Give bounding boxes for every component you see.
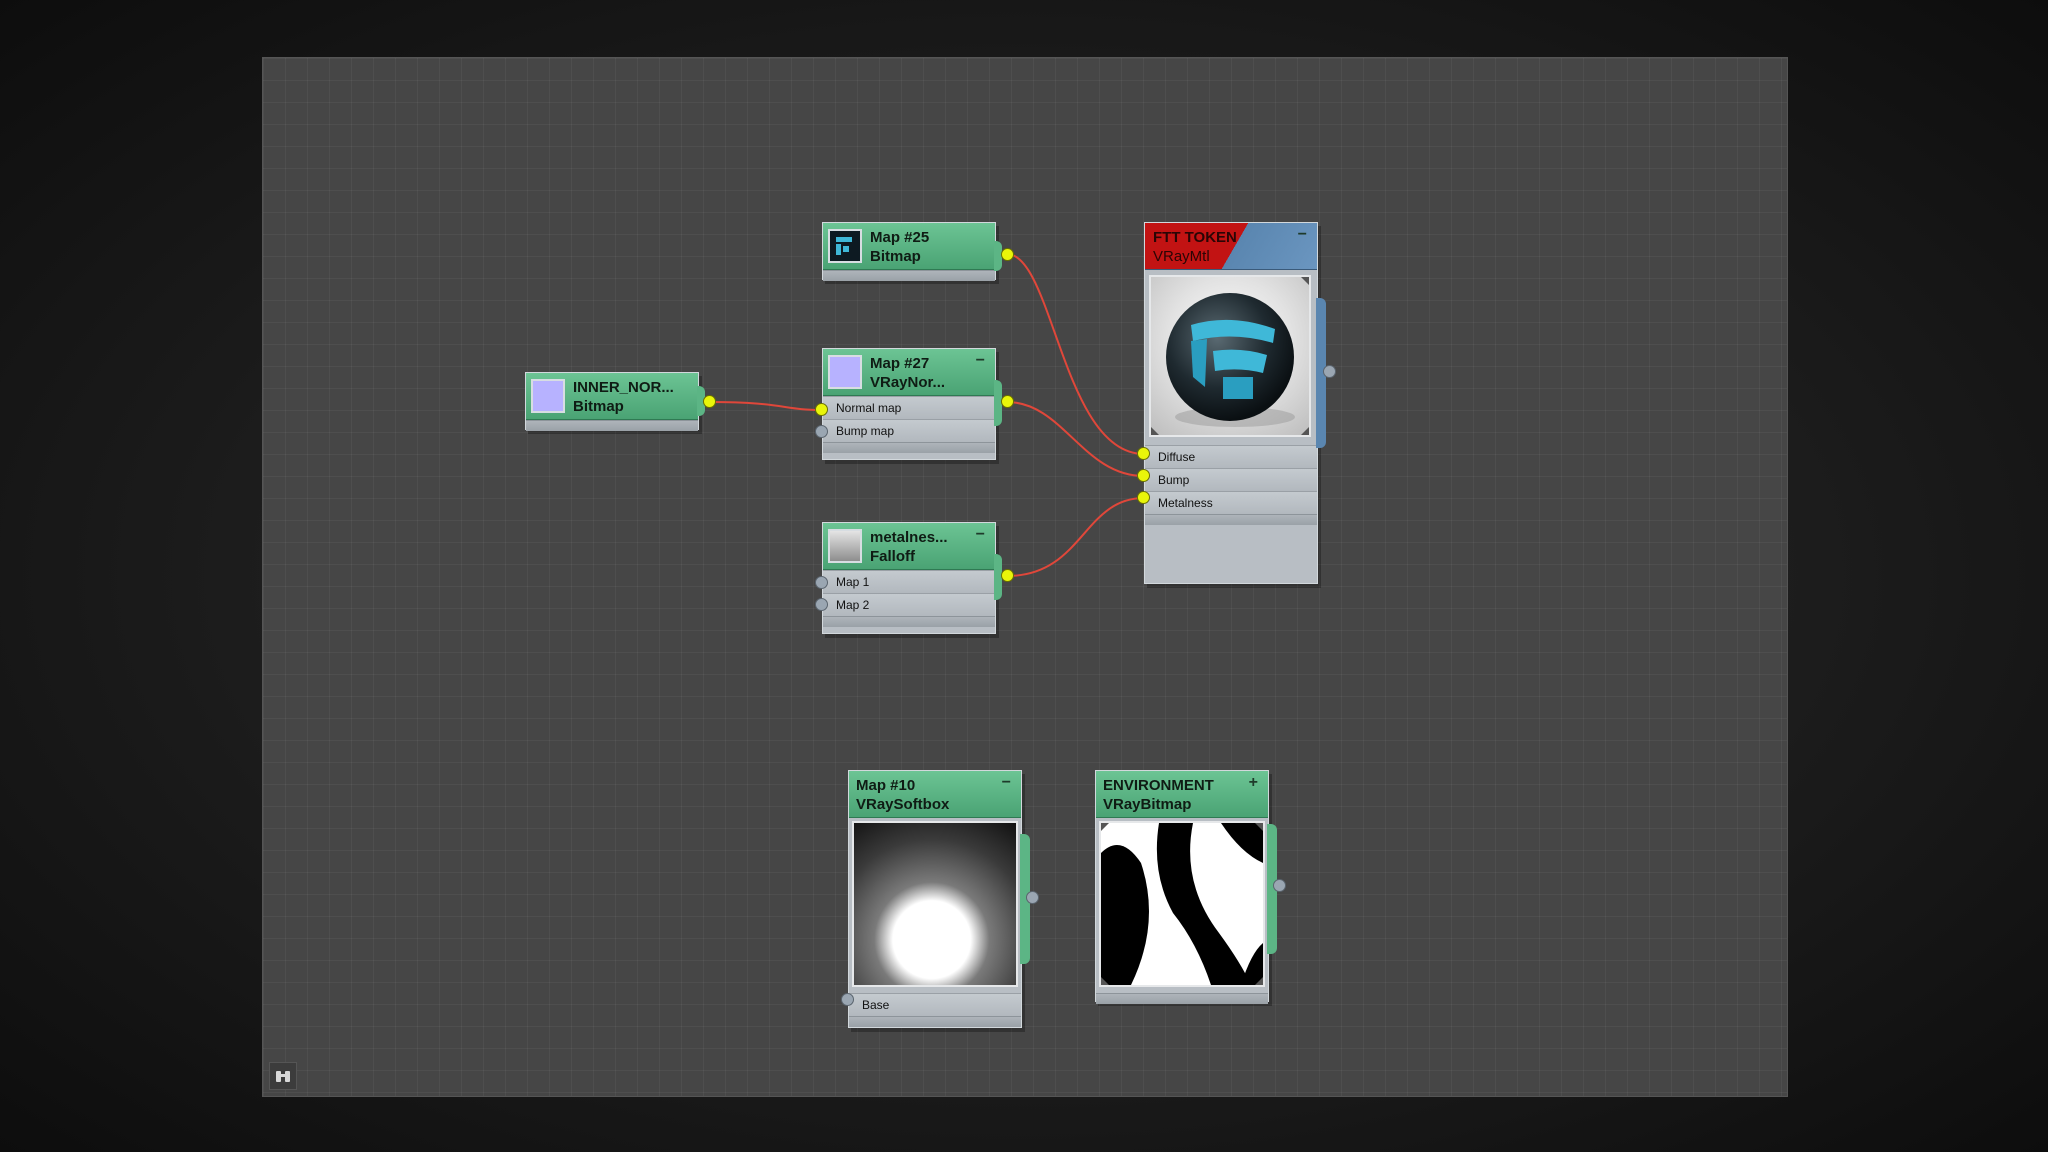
- preview-corner: [1301, 277, 1309, 285]
- minus-icon[interactable]: −: [976, 352, 985, 370]
- node-map27[interactable]: Map #27 VRayNor... − Normal map Bump map: [822, 348, 996, 460]
- material-header[interactable]: FTT TOKEN VRayMtl −: [1145, 223, 1317, 270]
- node-header[interactable]: metalnes... Falloff −: [823, 523, 995, 570]
- node-footer: [823, 442, 995, 453]
- input-socket-base[interactable]: [841, 993, 854, 1006]
- node-name: INNER_NOR...: [573, 379, 674, 396]
- slot-metalness[interactable]: Metalness: [1145, 491, 1317, 514]
- slot-label: Base: [862, 998, 890, 1012]
- sphere-preview-icon: [1166, 293, 1295, 427]
- output-socket-map27[interactable]: [1001, 395, 1014, 408]
- wire-metalness: [1006, 497, 1145, 577]
- output-socket-metalness[interactable]: [1001, 569, 1014, 582]
- preview-corner: [1101, 823, 1109, 831]
- node-header[interactable]: Map #25 Bitmap: [823, 223, 995, 270]
- node-inner-nor[interactable]: INNER_NOR... Bitmap: [525, 372, 699, 431]
- slot-base[interactable]: Base: [849, 993, 1021, 1016]
- node-name: Map #10: [856, 777, 916, 794]
- slot-label: Bump map: [836, 424, 895, 438]
- input-socket-bump[interactable]: [1137, 469, 1150, 482]
- node-header[interactable]: Map #27 VRayNor... −: [823, 349, 995, 396]
- node-header[interactable]: ENVIRONMENT VRayBitmap +: [1096, 771, 1268, 818]
- node-type: VRayBitmap: [1103, 796, 1192, 813]
- minus-icon[interactable]: −: [1298, 226, 1307, 244]
- node-type: Bitmap: [870, 248, 921, 265]
- material-preview: [1149, 275, 1311, 437]
- bitmap-thumbnail: [828, 355, 862, 389]
- slot-label: Normal map: [836, 401, 902, 415]
- input-socket-map2[interactable]: [815, 598, 828, 611]
- output-socket-map10[interactable]: [1026, 891, 1039, 904]
- node-header[interactable]: Map #10 VRaySoftbox −: [849, 771, 1021, 818]
- node-type: VRayNor...: [870, 374, 946, 391]
- input-socket-diffuse[interactable]: [1137, 447, 1150, 460]
- environment-map-icon: [1101, 823, 1263, 985]
- node-map25[interactable]: Map #25 Bitmap: [822, 222, 996, 281]
- node-metalness[interactable]: metalnes... Falloff − Map 1 Map 2: [822, 522, 996, 634]
- binoculars-icon[interactable]: [269, 1062, 297, 1090]
- output-socket-material[interactable]: [1323, 365, 1336, 378]
- node-material[interactable]: FTT TOKEN VRayMtl − Diffuse Bump Metalne…: [1144, 222, 1318, 584]
- node-footer: [1096, 993, 1268, 1004]
- slot-label: Metalness: [1158, 496, 1213, 510]
- slot-label: Bump: [1158, 473, 1190, 487]
- node-type: Bitmap: [573, 398, 624, 415]
- node-footer: [526, 420, 698, 431]
- preview-corner: [1255, 977, 1263, 985]
- node-map10[interactable]: Map #10 VRaySoftbox − Base: [848, 770, 1022, 1028]
- minus-icon[interactable]: −: [1002, 774, 1011, 792]
- bitmap-thumbnail: [531, 379, 565, 413]
- slot-label: Map 1: [836, 575, 870, 589]
- bitmap-thumbnail: [828, 229, 862, 263]
- input-socket-bump-map[interactable]: [815, 425, 828, 438]
- node-type: Falloff: [870, 548, 915, 565]
- wire-map27-bump: [1006, 401, 1145, 477]
- softbox-preview: [852, 821, 1018, 987]
- plus-icon[interactable]: +: [1249, 774, 1258, 792]
- node-footer: [849, 1016, 1021, 1027]
- slot-diffuse[interactable]: Diffuse: [1145, 445, 1317, 468]
- preview-corner: [1255, 823, 1263, 831]
- slot-map2[interactable]: Map 2: [823, 593, 995, 616]
- node-type: VRayMtl: [1153, 248, 1210, 265]
- preview-corner: [1101, 977, 1109, 985]
- input-socket-normal-map[interactable]: [815, 403, 828, 416]
- input-socket-map1[interactable]: [815, 576, 828, 589]
- input-socket-metalness[interactable]: [1137, 491, 1150, 504]
- node-footer: [823, 270, 995, 281]
- environment-preview: [1099, 821, 1265, 987]
- node-name: ENVIRONMENT: [1103, 777, 1214, 794]
- output-socket-inner-nor[interactable]: [703, 395, 716, 408]
- slot-bump-map[interactable]: Bump map: [823, 419, 995, 442]
- output-socket-environment[interactable]: [1273, 879, 1286, 892]
- wire-map25-diffuse: [1006, 253, 1145, 455]
- node-header[interactable]: INNER_NOR... Bitmap: [526, 373, 698, 420]
- slot-label: Map 2: [836, 598, 870, 612]
- preview-corner: [1151, 427, 1159, 435]
- node-name: FTT TOKEN: [1153, 229, 1237, 246]
- bitmap-thumbnail: [828, 529, 862, 563]
- node-footer: [1145, 514, 1317, 525]
- slot-label: Diffuse: [1158, 450, 1196, 464]
- node-editor-canvas[interactable]: Map #25 Bitmap INNER_NOR... Bitmap Map #…: [262, 57, 1788, 1097]
- slot-map1[interactable]: Map 1: [823, 570, 995, 593]
- preview-corner: [1301, 427, 1309, 435]
- node-name: metalnes...: [870, 529, 948, 546]
- wire-inner-normal: [708, 401, 822, 411]
- node-name: Map #25: [870, 229, 930, 246]
- node-type: VRaySoftbox: [856, 796, 950, 813]
- node-environment[interactable]: ENVIRONMENT VRayBitmap +: [1095, 770, 1269, 1004]
- slot-bump[interactable]: Bump: [1145, 468, 1317, 491]
- node-footer: [823, 616, 995, 627]
- slot-normal-map[interactable]: Normal map: [823, 396, 995, 419]
- minus-icon[interactable]: −: [976, 526, 985, 544]
- output-socket-map25[interactable]: [1001, 248, 1014, 261]
- node-name: Map #27: [870, 355, 930, 372]
